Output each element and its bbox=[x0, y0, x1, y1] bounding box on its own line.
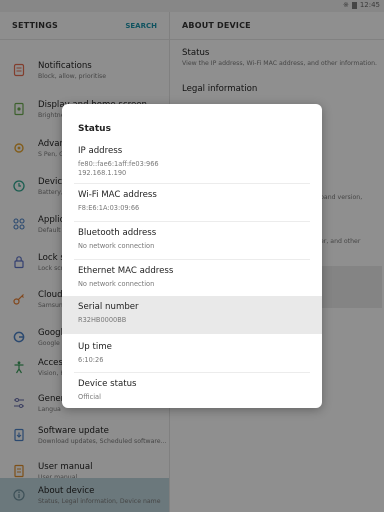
status-row-ethernet-mac[interactable]: Ethernet MAC address No network connecti… bbox=[62, 260, 322, 298]
status-row-value: No network connection bbox=[78, 242, 155, 250]
status-row-label: Wi-Fi MAC address bbox=[78, 190, 157, 200]
status-row-label: IP address bbox=[78, 146, 123, 156]
status-row-label: Device status bbox=[78, 379, 137, 389]
status-row-value: R32HB0000BB bbox=[78, 316, 127, 324]
status-row-value: Official bbox=[78, 393, 101, 401]
dialog-title: Status bbox=[78, 124, 111, 134]
status-row-value: F8:E6:1A:03:09:66 bbox=[78, 204, 140, 212]
status-row-wifi-mac[interactable]: Wi-Fi MAC address F8:E6:1A:03:09:66 bbox=[62, 184, 322, 222]
status-row-label: Ethernet MAC address bbox=[78, 266, 174, 276]
status-row-value: fe80::fae6:1aff:fe03:966 192.168.1.190 bbox=[78, 160, 159, 177]
status-row-ip-address[interactable]: IP address fe80::fae6:1aff:fe03:966 192.… bbox=[62, 140, 322, 182]
status-row-up-time[interactable]: Up time 6:10:26 bbox=[62, 336, 322, 374]
status-row-serial-number[interactable]: Serial number R32HB0000BB bbox=[62, 296, 322, 334]
status-row-value: No network connection bbox=[78, 280, 155, 288]
status-row-device-status[interactable]: Device status Official bbox=[62, 373, 322, 408]
status-row-label: Up time bbox=[78, 342, 112, 352]
status-row-value: 6:10:26 bbox=[78, 356, 104, 364]
status-row-label: Bluetooth address bbox=[78, 228, 157, 238]
status-dialog: Status IP address fe80::fae6:1aff:fe03:9… bbox=[62, 104, 322, 408]
status-row-bluetooth-address[interactable]: Bluetooth address No network connection bbox=[62, 222, 322, 260]
status-row-label: Serial number bbox=[78, 302, 139, 312]
